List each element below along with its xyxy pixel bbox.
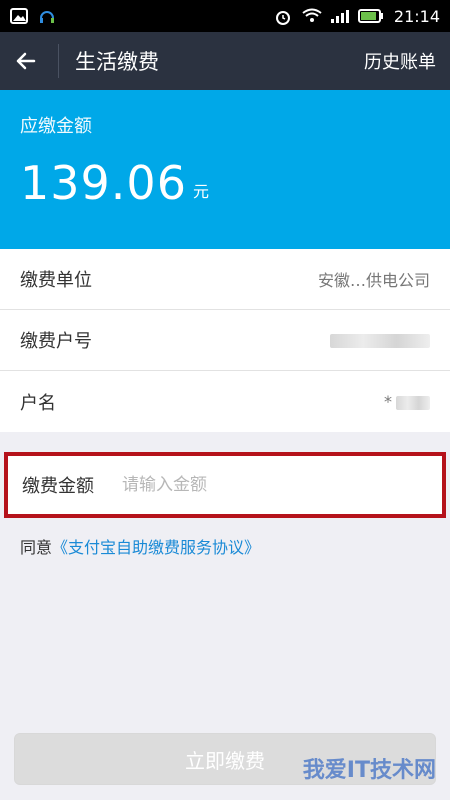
info-row-payee: 缴费单位 安徽…供电公司 (0, 249, 450, 310)
amount-due-panel: 应缴金额 139.06 元 (0, 90, 450, 249)
status-bar: 21:14 (0, 0, 450, 32)
navigation-bar: 生活缴费 历史账单 (0, 32, 450, 90)
account-name-value: * (384, 392, 430, 411)
account-name-mask: * (384, 392, 392, 411)
redacted-account-number (330, 334, 430, 348)
info-row-account-number: 缴费户号 (0, 310, 450, 371)
payee-label: 缴费单位 (20, 270, 92, 291)
headset-icon (38, 8, 56, 24)
back-arrow-icon (16, 52, 36, 70)
payee-value: 安徽…供电公司 (317, 271, 430, 290)
payment-amount-input[interactable] (122, 475, 428, 495)
bill-info-list: 缴费单位 安徽…供电公司 缴费户号 户名 * (0, 249, 450, 432)
account-name-label: 户名 (20, 392, 56, 414)
agreement-prefix: 同意 (20, 538, 53, 557)
account-number-label: 缴费户号 (20, 331, 92, 352)
amount-due-unit: 元 (192, 182, 209, 201)
amount-due-label: 应缴金额 (20, 116, 92, 137)
payment-amount-field: 缴费金额 (4, 452, 446, 518)
info-row-account-name: 户名 * (0, 371, 450, 432)
history-bills-button[interactable]: 历史账单 (364, 48, 436, 74)
site-watermark: 我爱IT技术网 (302, 758, 436, 783)
agreement-line: 同意《支付宝自助缴费服务协议》 (0, 518, 450, 574)
image-icon (10, 8, 28, 24)
alarm-icon (274, 8, 292, 25)
wifi-icon (302, 8, 322, 24)
service-agreement-link[interactable]: 《支付宝自助缴费服务协议》 (52, 538, 260, 557)
amount-due: 139.06 元 (20, 160, 430, 206)
redacted-account-name (396, 395, 430, 410)
page-title: 生活缴费 (75, 50, 159, 74)
status-time: 21:14 (393, 6, 440, 26)
battery-icon (357, 8, 384, 24)
amount-due-value: 139.06 (20, 156, 187, 210)
back-button[interactable] (14, 32, 48, 90)
nav-divider (58, 44, 59, 78)
account-number-value (330, 331, 430, 350)
signal-icon (330, 8, 349, 24)
payment-amount-label: 缴费金额 (22, 476, 94, 497)
